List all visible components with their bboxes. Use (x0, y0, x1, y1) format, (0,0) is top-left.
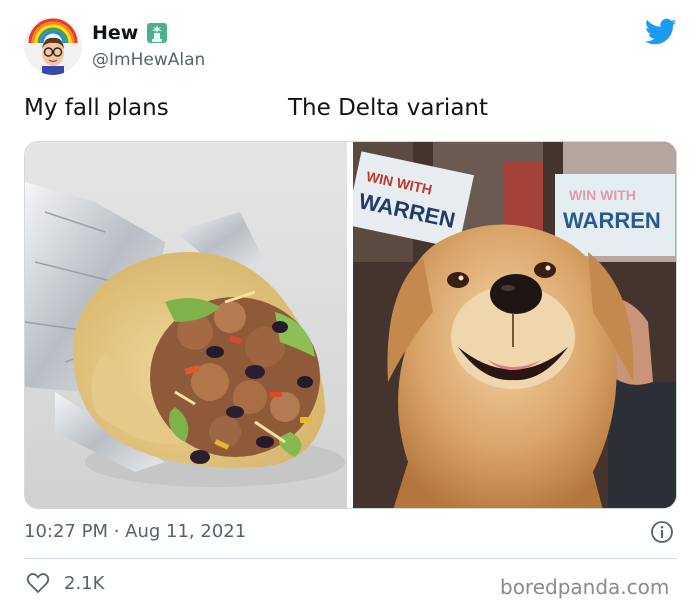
like-count[interactable]: 2.1K (64, 573, 104, 594)
sign-text-warren-2: WARREN (563, 208, 661, 233)
burrito-photo[interactable] (25, 142, 347, 508)
statue-of-liberty-icon (146, 22, 168, 44)
avatar[interactable] (24, 17, 82, 75)
caption-delta-variant: The Delta variant (288, 95, 489, 121)
heart-icon[interactable] (26, 572, 50, 594)
campaign-sign-right: WIN WITH WARREN (555, 174, 675, 256)
tweet-timestamp[interactable]: 10:27 PM · Aug 11, 2021 (24, 521, 246, 542)
sign-text-win-with-2: WIN WITH (569, 187, 636, 203)
bitmoji-avatar-icon (28, 18, 78, 75)
golden-retriever-photo[interactable]: WIN WITH WARREN WIN WITH WARREN (353, 142, 676, 508)
footer-divider (24, 558, 677, 559)
boredpanda-watermark: boredpanda.com (500, 575, 670, 599)
tweet-photo-grid[interactable]: WIN WITH WARREN WIN WITH WARREN (24, 141, 677, 509)
caption-my-fall-plans: My fall plans (24, 95, 169, 121)
twitter-bird-icon[interactable] (644, 18, 677, 46)
user-handle[interactable]: @ImHewAlan (92, 50, 205, 70)
display-name[interactable]: Hew (92, 22, 138, 44)
info-icon[interactable] (650, 520, 674, 544)
